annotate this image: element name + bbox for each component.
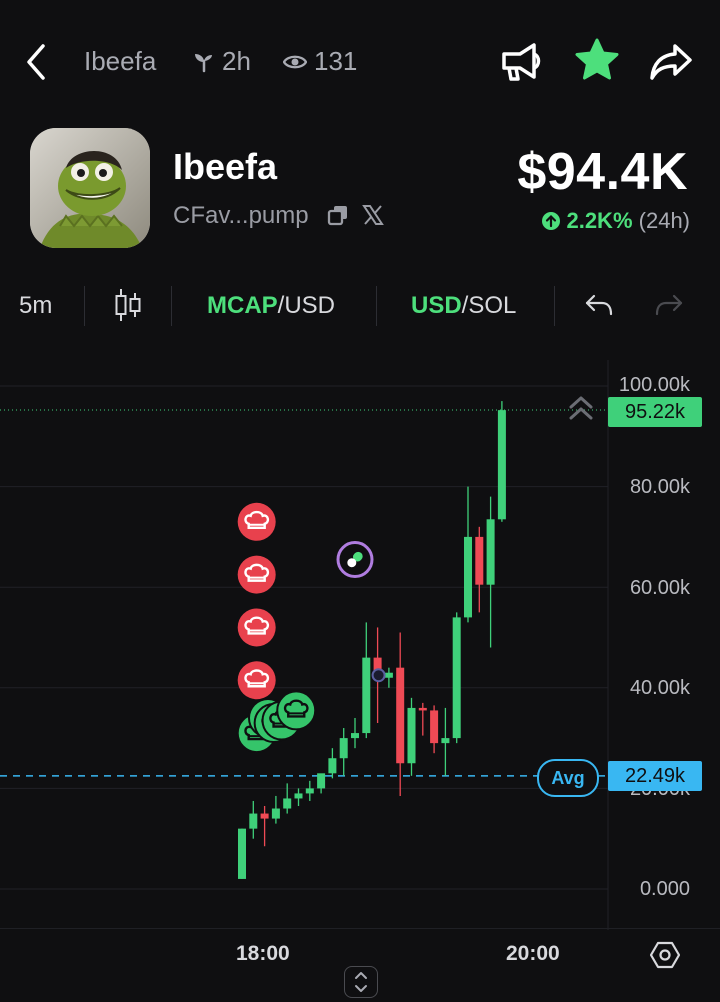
- pill-marker[interactable]: [336, 541, 374, 579]
- candle-body: [407, 707, 416, 764]
- candle-body: [238, 828, 246, 879]
- toolbar-divider: [376, 286, 377, 326]
- current-value-tag: 95.22k: [608, 397, 702, 427]
- header-token-name: Ibeefa: [84, 46, 157, 76]
- candle-body: [430, 710, 439, 744]
- candlestick-type-icon[interactable]: [113, 287, 143, 323]
- usd-suffix: /SOL: [461, 292, 517, 319]
- sell-marker[interactable]: [237, 608, 276, 647]
- x-axis-label: 20:00: [506, 942, 560, 965]
- candle-body: [497, 410, 506, 520]
- candle-body: [294, 793, 303, 799]
- y-axis-label: 0.000: [639, 878, 690, 900]
- token-name: Ibeefa: [173, 146, 278, 187]
- candle-body: [452, 617, 461, 739]
- x-axis-divider: [0, 928, 720, 929]
- candle-body: [271, 808, 280, 819]
- favorite-star-icon[interactable]: [574, 38, 620, 82]
- candle-body: [328, 758, 337, 774]
- undo-icon[interactable]: [584, 292, 614, 318]
- token-avatar: [30, 128, 150, 248]
- mcap-label: MCAP: [207, 292, 278, 319]
- market-cap-price: $94.4K: [517, 143, 688, 201]
- back-chevron-icon[interactable]: [22, 42, 52, 82]
- scroll-to-latest-icon[interactable]: [566, 393, 596, 423]
- view-count: 131: [314, 46, 358, 76]
- usd-label: USD: [411, 292, 462, 319]
- marker-bubble: [237, 502, 276, 541]
- candle-body: [384, 672, 393, 678]
- candle-body: [441, 738, 450, 744]
- x-twitter-icon[interactable]: [362, 204, 384, 226]
- hexagon-settings-icon[interactable]: [649, 940, 681, 970]
- avg-value-tag: 22.49k: [608, 761, 702, 791]
- price-change: 2.2K% (24h): [542, 208, 690, 236]
- marker-bubble: [237, 555, 276, 594]
- price-change-period: (24h): [638, 208, 690, 233]
- marker-bubble: [237, 608, 276, 647]
- candle-body: [396, 667, 405, 764]
- redo-icon[interactable]: [654, 292, 684, 318]
- buy-marker[interactable]: [276, 690, 317, 731]
- mcap-suffix: /USD: [277, 292, 336, 319]
- sprout-icon: [193, 51, 215, 73]
- sell-marker[interactable]: [237, 661, 276, 700]
- toolbar-divider: [84, 286, 85, 326]
- toolbar-divider: [171, 286, 172, 326]
- token-age: 2h: [222, 46, 251, 76]
- interval-selector[interactable]: 5m: [19, 292, 52, 320]
- price-chart[interactable]: [0, 360, 720, 930]
- candle-body: [317, 773, 326, 789]
- y-axis-label: 40.00k: [629, 677, 690, 699]
- share-icon[interactable]: [648, 42, 694, 82]
- sell-marker[interactable]: [237, 555, 276, 594]
- candle-body: [464, 536, 472, 618]
- y-axis-label: 80.00k: [629, 476, 690, 498]
- avg-badge[interactable]: Avg: [537, 759, 599, 797]
- candle-body: [249, 813, 258, 829]
- marker-bubble: [237, 661, 276, 700]
- candle-body: [339, 738, 348, 759]
- usd-sol-toggle[interactable]: USD/SOL: [411, 292, 516, 320]
- token-address: CFav...pump: [173, 202, 309, 229]
- top-bar: Ibeefa 2h 131: [0, 0, 720, 120]
- candle-body: [475, 536, 484, 585]
- expand-vertical-icon[interactable]: [344, 966, 378, 998]
- copy-icon[interactable]: [327, 204, 349, 226]
- trade-entry-marker: [371, 668, 386, 683]
- y-axis-label: 60.00k: [629, 577, 690, 599]
- marker-bubble: [276, 690, 317, 731]
- price-change-value: 2.2K%: [566, 208, 633, 233]
- eye-icon: [282, 52, 308, 72]
- candle-body: [283, 798, 292, 809]
- megaphone-icon[interactable]: [498, 40, 544, 82]
- candle-body: [486, 519, 495, 585]
- candle-body: [362, 657, 371, 734]
- candle-body: [260, 813, 269, 819]
- candle-body: [418, 707, 427, 711]
- arrow-up-circle-icon: [542, 210, 561, 236]
- sell-marker[interactable]: [237, 502, 276, 541]
- candle-body: [351, 733, 359, 739]
- y-axis-label: 100.00k: [618, 374, 690, 396]
- toolbar-divider: [554, 286, 555, 326]
- mcap-usd-toggle[interactable]: MCAP/USD: [207, 292, 335, 320]
- candle-body: [305, 788, 314, 794]
- x-axis-label: 18:00: [236, 942, 290, 965]
